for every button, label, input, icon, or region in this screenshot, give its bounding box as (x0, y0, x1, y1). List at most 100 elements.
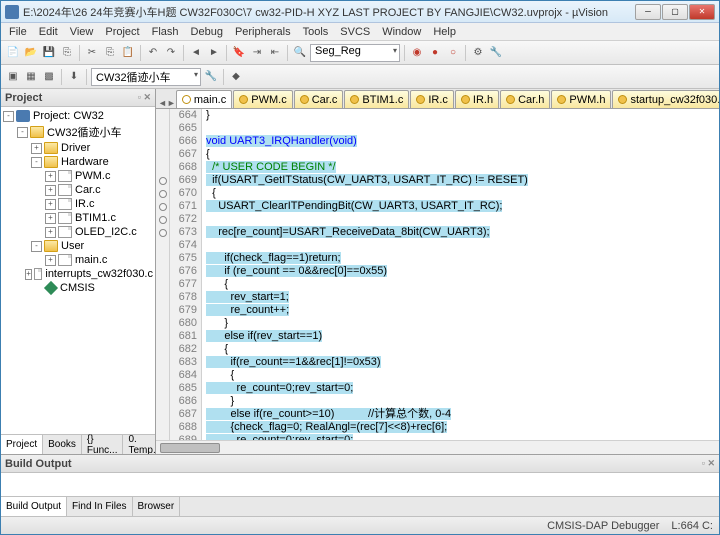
tree-node[interactable]: +Car.c (3, 183, 153, 197)
code-line[interactable] (202, 122, 719, 135)
tree-node[interactable]: +IR.c (3, 197, 153, 211)
breakpoint-marker-icon[interactable] (159, 203, 167, 211)
file-tab[interactable]: Car.c (294, 90, 344, 108)
find-combo[interactable]: Seg_Reg (310, 44, 400, 62)
manage-icon[interactable]: ◆ (228, 69, 244, 85)
code-line[interactable]: USART_ClearITPendingBit(CW_UART3, USART_… (202, 200, 719, 213)
code-line[interactable]: if (re_count == 0&&rec[0]==0x55) (202, 265, 719, 278)
tree-toggle-icon[interactable]: - (31, 157, 42, 168)
code-line[interactable]: else if(rev_start==1) (202, 330, 719, 343)
tools-icon[interactable]: 🔧 (488, 45, 504, 61)
code-line[interactable]: rec[re_count]=USART_ReceiveData_8bit(CW_… (202, 226, 719, 239)
close-button[interactable]: ✕ (689, 4, 715, 20)
build-output-body[interactable] (1, 473, 719, 496)
debug-icon[interactable]: ◉ (409, 45, 425, 61)
file-tab[interactable]: Car.h (500, 90, 550, 108)
tree-toggle-icon[interactable]: + (45, 199, 56, 210)
breakpoint-marker-icon[interactable] (159, 190, 167, 198)
tree-node[interactable]: +Driver (3, 141, 153, 155)
tree-toggle-icon[interactable]: + (31, 143, 42, 154)
code-line[interactable]: { (202, 369, 719, 382)
menu-view[interactable]: View (64, 24, 100, 40)
code-editor[interactable]: 6646656666676686696706716726736746756766… (156, 109, 719, 440)
find-icon[interactable]: 🔍 (292, 45, 308, 61)
tree-node[interactable]: +BTIM1.c (3, 211, 153, 225)
tab-nav-left-icon[interactable]: ◄ (158, 98, 167, 108)
code-line[interactable]: re_count=0;rev_start=0; (202, 382, 719, 395)
minimize-button[interactable]: ─ (635, 4, 661, 20)
code-line[interactable]: re_count++; (202, 304, 719, 317)
menu-edit[interactable]: Edit (33, 24, 64, 40)
breakpoint-marker-icon[interactable] (159, 177, 167, 185)
code-line[interactable] (202, 239, 719, 252)
code-line[interactable]: rev_start=1; (202, 291, 719, 304)
code-line[interactable]: } (202, 317, 719, 330)
tree-node[interactable]: -CW32循迹小车 (3, 123, 153, 141)
menu-debug[interactable]: Debug (185, 24, 229, 40)
sidebar-tab[interactable]: Project (1, 435, 43, 454)
code-line[interactable]: { (202, 343, 719, 356)
file-tab[interactable]: main.c (176, 90, 232, 108)
save-all-icon[interactable]: ⎘ (59, 45, 75, 61)
bookmark-icon[interactable]: 🔖 (231, 45, 247, 61)
translate-icon[interactable]: ▣ (5, 69, 21, 85)
menu-svcs[interactable]: SVCS (334, 24, 376, 40)
project-tree[interactable]: -Project: CW32-CW32循迹小车+Driver-Hardware+… (1, 107, 155, 434)
file-tab[interactable]: PWM.h (551, 90, 611, 108)
menu-project[interactable]: Project (99, 24, 145, 40)
code-line[interactable]: if(check_flag==1)return; (202, 252, 719, 265)
menu-tools[interactable]: Tools (297, 24, 335, 40)
undo-icon[interactable]: ↶ (145, 45, 161, 61)
copy-icon[interactable]: ⎘ (102, 45, 118, 61)
outdent-icon[interactable]: ⇤ (267, 45, 283, 61)
tree-node[interactable]: -Project: CW32 (3, 109, 153, 123)
tree-node[interactable]: -User (3, 239, 153, 253)
file-tab[interactable]: BTIM1.c (344, 90, 409, 108)
nav-back-icon[interactable]: ◄ (188, 45, 204, 61)
breakpoint-marker-icon[interactable] (159, 229, 167, 237)
tab-nav-right-icon[interactable]: ► (167, 98, 176, 108)
breakpoint-marker-icon[interactable] (159, 216, 167, 224)
cut-icon[interactable]: ✂ (84, 45, 100, 61)
config-icon[interactable]: ⚙ (470, 45, 486, 61)
code-line[interactable]: } (202, 395, 719, 408)
redo-icon[interactable]: ↷ (163, 45, 179, 61)
tree-toggle-icon[interactable]: + (45, 227, 56, 238)
tree-toggle-icon[interactable]: - (31, 241, 42, 252)
target-combo[interactable]: CW32循迹小车 (91, 68, 201, 86)
dock-icon[interactable]: ▫ ✕ (138, 92, 151, 103)
sidebar-tab[interactable]: {} Func... (82, 435, 124, 454)
code-line[interactable] (202, 213, 719, 226)
code-line[interactable]: else if(re_count>=10) //计算总个数, 0-4 (202, 408, 719, 421)
nav-fwd-icon[interactable]: ► (206, 45, 222, 61)
breakpoint-gutter[interactable] (156, 109, 170, 440)
menu-flash[interactable]: Flash (146, 24, 185, 40)
tree-toggle-icon[interactable]: + (45, 185, 56, 196)
menu-help[interactable]: Help (427, 24, 462, 40)
options-icon[interactable]: 🔧 (203, 69, 219, 85)
code-line[interactable]: { (202, 278, 719, 291)
tree-node[interactable]: -Hardware (3, 155, 153, 169)
code-line[interactable]: } (202, 109, 719, 122)
menu-window[interactable]: Window (376, 24, 427, 40)
indent-icon[interactable]: ⇥ (249, 45, 265, 61)
tree-node[interactable]: +main.c (3, 253, 153, 267)
new-icon[interactable]: 📄 (5, 45, 21, 61)
rebuild-icon[interactable]: ▩ (41, 69, 57, 85)
save-icon[interactable]: 💾 (41, 45, 57, 61)
tree-toggle-icon[interactable]: + (45, 255, 56, 266)
horizontal-scrollbar[interactable] (156, 440, 719, 454)
code-line[interactable]: { (202, 148, 719, 161)
reset-icon[interactable]: ○ (445, 45, 461, 61)
output-tab[interactable]: Build Output (1, 497, 67, 516)
file-tab[interactable]: IR.h (455, 90, 499, 108)
menu-file[interactable]: File (3, 24, 33, 40)
menu-peripherals[interactable]: Peripherals (229, 24, 297, 40)
code-line[interactable]: /* USER CODE BEGIN */ (202, 161, 719, 174)
tree-node[interactable]: CMSIS (3, 281, 153, 295)
open-icon[interactable]: 📂 (23, 45, 39, 61)
output-tab[interactable]: Browser (133, 497, 181, 516)
code-line[interactable]: if(re_count==1&&rec[1]!=0x53) (202, 356, 719, 369)
code-line[interactable]: if(USART_GetITStatus(CW_UART3, USART_IT_… (202, 174, 719, 187)
tree-toggle-icon[interactable]: + (45, 213, 56, 224)
